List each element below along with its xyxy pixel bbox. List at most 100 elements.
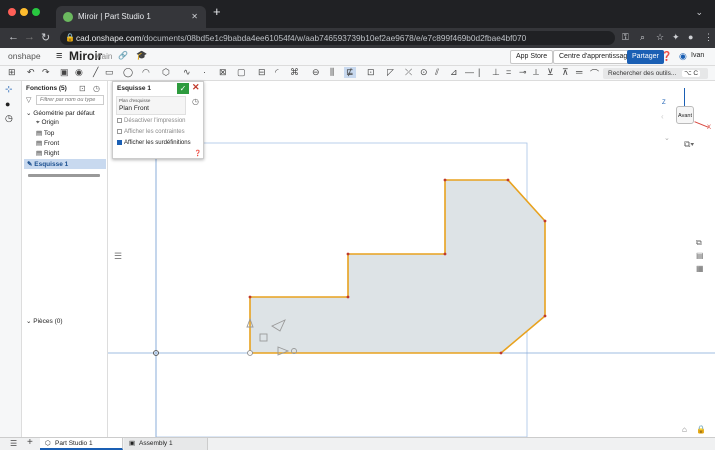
checkbox-checked[interactable] xyxy=(117,140,122,145)
line-icon[interactable]: ╱ xyxy=(93,67,98,78)
horizontal-icon[interactable]: — xyxy=(465,67,474,77)
circle-icon[interactable]: ◯ xyxy=(123,67,133,78)
url-field[interactable]: 🔒 cad.onshape.com/documents/08bd5e1c9bab… xyxy=(60,31,615,45)
arc-icon[interactable]: ◠ xyxy=(142,67,150,78)
tab-manager-icon[interactable]: ☰ xyxy=(10,439,17,448)
appearance-icon[interactable]: ▤ xyxy=(696,251,704,260)
normal-icon[interactable]: ⟂ xyxy=(533,67,539,78)
show-overdefined-option[interactable]: Afficher les surdéfinitions xyxy=(117,140,191,146)
undo-icon[interactable]: ↶ xyxy=(27,67,35,78)
reload-icon[interactable]: ↻ xyxy=(41,31,50,44)
help-icon[interactable]: ❓ xyxy=(661,51,672,62)
rollback-bar[interactable] xyxy=(28,174,100,177)
learning-cap-icon[interactable]: 🎓 xyxy=(136,50,147,61)
view-cube-face[interactable]: Avant xyxy=(676,106,694,124)
fillet-icon[interactable]: ◜ xyxy=(275,67,279,78)
midpoint-icon[interactable]: ⊸ xyxy=(519,67,527,78)
parallel-icon[interactable]: ⫽ xyxy=(435,67,439,78)
user-name[interactable]: Ivan xyxy=(691,52,704,59)
confirm-check-icon[interactable]: ✓ xyxy=(177,83,189,94)
checkbox[interactable] xyxy=(117,118,122,123)
split-icon[interactable]: ⤫ xyxy=(405,67,412,78)
feature-front[interactable]: ▤ Front xyxy=(36,139,59,147)
minimize-window-dot[interactable] xyxy=(20,8,28,16)
rotate-left-icon[interactable]: ‹ xyxy=(661,112,664,121)
sketch-history-icon[interactable]: ◷ xyxy=(192,97,199,106)
symmetric-icon[interactable]: ═ xyxy=(576,67,582,77)
add-tab-icon[interactable]: + xyxy=(27,437,33,448)
rollback-icon[interactable]: ◷ xyxy=(93,84,100,93)
sketch-profile[interactable] xyxy=(249,179,546,354)
tangent-icon[interactable]: ⊿ xyxy=(450,67,458,78)
checkbox[interactable] xyxy=(117,129,122,134)
default-geometry-group[interactable]: ⌄ Géométrie par défaut xyxy=(26,109,95,117)
origin-point[interactable] xyxy=(247,350,253,356)
pierce-icon[interactable]: ⊼ xyxy=(562,67,569,78)
redo-icon[interactable]: ↷ xyxy=(42,67,50,78)
feature-list-icon[interactable]: ⊹ xyxy=(5,84,13,95)
fix-icon[interactable]: ⊻ xyxy=(547,67,554,78)
star-icon[interactable]: ☆ xyxy=(656,32,664,43)
slot-icon[interactable]: ⊖ xyxy=(312,67,320,78)
parts-group[interactable]: ⌄ Pièces (0) xyxy=(26,317,63,325)
spline-icon[interactable]: ∿ xyxy=(183,67,191,78)
sketch-plane-field[interactable]: Plan d'esquisse Plan Front xyxy=(116,96,186,115)
hamburger-menu-icon[interactable]: ≡ xyxy=(56,50,62,62)
link-icon[interactable]: 🔗 xyxy=(118,51,128,60)
coincident-icon[interactable]: ⊙ xyxy=(420,67,428,78)
feature-sketch-row[interactable]: ✎ Esquisse 1 xyxy=(24,159,106,169)
offset-icon[interactable]: ⌘ xyxy=(290,67,299,78)
comments-icon[interactable]: ● xyxy=(5,99,10,109)
tab-assembly[interactable]: ▣ Assembly 1 xyxy=(124,438,208,450)
maximize-window-dot[interactable] xyxy=(32,8,40,16)
forward-icon[interactable]: → xyxy=(24,31,35,43)
display-mode-icon[interactable]: ⧉▾ xyxy=(684,139,694,150)
image-icon[interactable]: ▢ xyxy=(237,67,246,78)
history-icon[interactable]: ◷ xyxy=(5,113,13,124)
new-tab-icon[interactable]: + xyxy=(213,4,221,19)
vertical-icon[interactable]: | xyxy=(478,67,480,77)
learning-center-button[interactable]: Centre d'apprentissage xyxy=(553,50,638,64)
perpendicular-icon[interactable]: ⊥ xyxy=(492,67,500,78)
close-window-dot[interactable] xyxy=(8,8,16,16)
text-icon[interactable]: ⊟ xyxy=(258,67,266,78)
menu-icon[interactable]: ⋮ xyxy=(704,32,713,43)
zoom-icon[interactable]: ⌕ xyxy=(640,32,645,43)
use-icon[interactable]: ⫼ xyxy=(330,67,334,78)
filter-icon[interactable]: ▽ xyxy=(26,96,31,104)
disable-imprint-option[interactable]: Désactiver l'impression xyxy=(117,118,186,124)
point-icon[interactable]: · xyxy=(203,67,206,77)
feature-origin[interactable]: ⌖ Origin xyxy=(36,119,59,127)
close-tab-icon[interactable]: ✕ xyxy=(191,6,198,28)
zoom-fit-icon[interactable]: ⌂ xyxy=(682,425,687,434)
user-avatar-icon[interactable]: ◉ xyxy=(679,51,687,62)
lock-view-icon[interactable]: 🔒 xyxy=(696,425,706,434)
browser-tab[interactable]: Miroir | Part Studio 1 ✕ xyxy=(56,6,206,28)
polygon-icon[interactable]: ⬡ xyxy=(162,67,170,78)
show-constraints-option[interactable]: Afficher les contraintes xyxy=(117,129,185,135)
pattern-icon[interactable]: ⊡ xyxy=(367,67,375,78)
equal-icon[interactable]: = xyxy=(506,67,511,77)
rectangle-icon[interactable]: ▭ xyxy=(105,67,114,78)
profile-icon[interactable]: ● xyxy=(688,32,693,42)
view-options-icon[interactable]: ⌄ xyxy=(664,134,670,142)
curvature-icon[interactable]: ⌒ xyxy=(590,67,599,80)
share-button[interactable]: Partager xyxy=(627,50,664,64)
collapse-icon[interactable]: ⊡ xyxy=(79,84,86,93)
feature-list-toggle-icon[interactable]: ☰ xyxy=(114,251,122,262)
extrude-icon[interactable]: ◉ xyxy=(75,67,83,78)
sketch-tool-icon[interactable]: ▣ xyxy=(60,67,69,78)
cancel-x-icon[interactable]: ✕ xyxy=(192,82,200,93)
filter-input[interactable] xyxy=(36,95,104,105)
trim-icon[interactable]: ◸ xyxy=(387,67,394,78)
app-store-button[interactable]: App Store xyxy=(510,50,554,64)
tab-part-studio[interactable]: ⬡ Part Studio 1 xyxy=(40,438,123,450)
feature-right[interactable]: ▤ Right xyxy=(36,149,59,157)
help-circle-icon[interactable]: ❓ xyxy=(194,150,201,157)
mirror-icon[interactable]: ⋢ xyxy=(344,67,356,78)
key-icon[interactable]: ⚿ xyxy=(622,32,629,43)
feature-top[interactable]: ▤ Top xyxy=(36,129,54,137)
construction-icon[interactable]: ⊠ xyxy=(219,67,227,78)
search-tools-field[interactable]: Rechercher des outils... ⌥ C xyxy=(603,68,708,79)
extensions-icon[interactable]: ✦ xyxy=(672,32,680,43)
